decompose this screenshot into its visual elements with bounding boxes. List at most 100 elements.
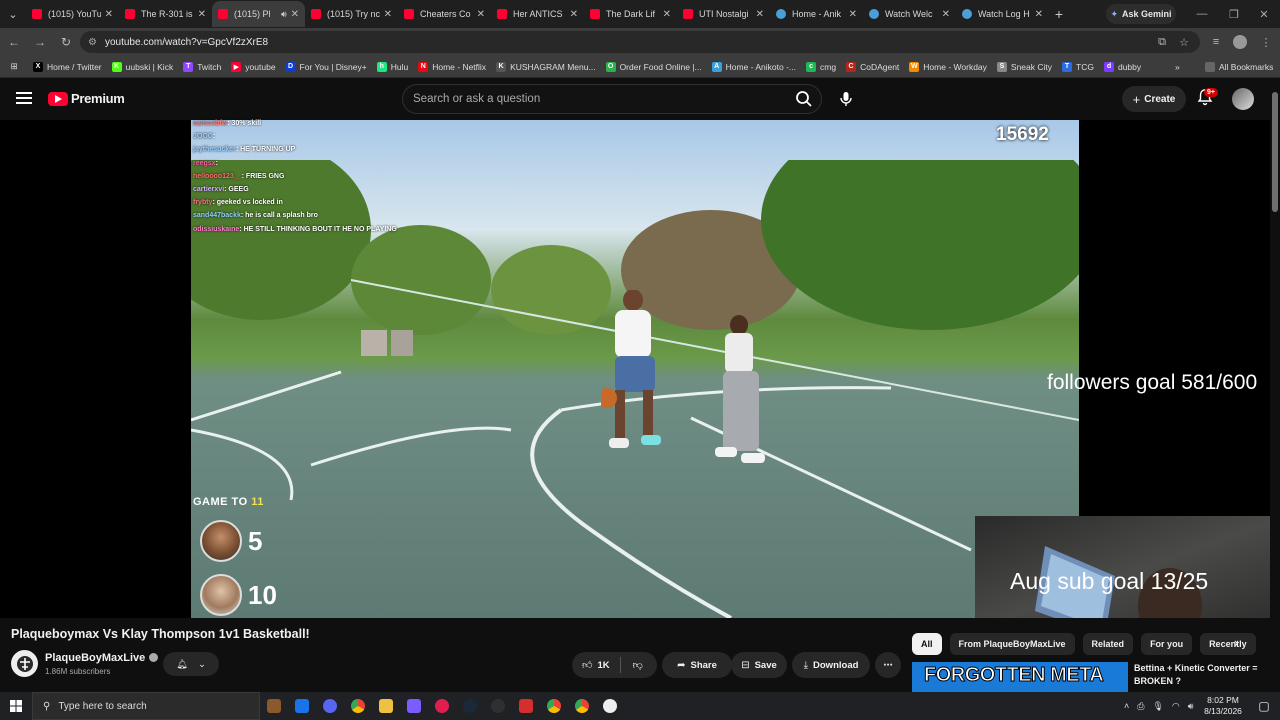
close-tab-icon[interactable]: ✕	[477, 9, 485, 20]
gamepad-icon[interactable]	[400, 692, 428, 720]
apps-grid-icon[interactable]: ⊞	[0, 56, 28, 78]
bookmark-item[interactable]: Kuubski | Kick	[107, 56, 179, 78]
notification-center-icon[interactable]: ▢	[1250, 692, 1278, 720]
filter-chip[interactable]: Related	[1082, 633, 1134, 655]
bookmark-item[interactable]: h Hulu	[372, 56, 413, 78]
more-actions-icon[interactable]: ⋯	[875, 652, 901, 678]
discord-app-icon[interactable]	[316, 692, 344, 720]
account-avatar[interactable]	[1232, 88, 1254, 110]
browser-menu-icon[interactable]: ⋮	[1256, 31, 1276, 53]
filter-chip[interactable]: Recently	[1200, 633, 1256, 655]
close-tab-icon[interactable]: ✕	[570, 9, 578, 20]
bookmark-item[interactable]: T Twitch	[178, 56, 226, 78]
chevron-up-icon[interactable]: ˄	[1124, 701, 1129, 711]
bookmark-item[interactable]: D For You | Disney+	[281, 56, 372, 78]
scrollbar-thumb[interactable]	[1272, 92, 1278, 212]
file-explorer-icon[interactable]	[372, 692, 400, 720]
bookmark-item[interactable]: K KUSHAGRAM Menu...	[491, 56, 601, 78]
bookmark-item[interactable]: N Home - Netflix	[413, 56, 491, 78]
close-tab-icon[interactable]: ✕	[942, 9, 950, 20]
profile-icon[interactable]	[1230, 31, 1250, 53]
cast-icon[interactable]: ⧉	[1152, 31, 1172, 53]
chrome-profile-icon[interactable]	[540, 692, 568, 720]
bookmark-item[interactable]: C CoDAgent	[841, 56, 904, 78]
ask-gemini-button[interactable]: ✦ Ask Gemini	[1106, 4, 1176, 24]
reload-icon[interactable]: ↻	[54, 30, 78, 54]
browser-tab[interactable]: (1015) YouTu ✕	[26, 1, 119, 27]
like-count[interactable]: 1K	[597, 660, 609, 671]
close-tab-icon[interactable]: ✕	[1035, 9, 1043, 20]
tab-search-icon[interactable]: ⌄	[0, 0, 26, 28]
share-button[interactable]: ➦ Share	[662, 652, 732, 678]
all-bookmarks-button[interactable]: All Bookmarks	[1200, 56, 1278, 78]
close-window-icon[interactable]: ✕	[1248, 0, 1280, 28]
network-icon[interactable]: ⎙	[1137, 701, 1144, 712]
obs-icon[interactable]	[484, 692, 512, 720]
football-widget-icon[interactable]	[260, 692, 288, 720]
browser-tab[interactable]: Her ANTICS ✕	[491, 1, 584, 27]
browser-tab[interactable]: (1015) Try nc ✕	[305, 1, 398, 27]
browser-tab[interactable]: (1015) Pl 🔊︎ ✕	[212, 1, 305, 27]
microphone-icon[interactable]	[832, 85, 860, 113]
like-icon[interactable]: 👍︎	[582, 659, 592, 671]
video-player[interactable]	[0, 120, 1270, 618]
minimize-icon[interactable]: —	[1186, 0, 1218, 28]
back-icon[interactable]: ←	[2, 30, 26, 54]
search-icon[interactable]	[789, 86, 819, 112]
menu-icon[interactable]	[16, 92, 32, 104]
bookmark-item[interactable]: c cmg	[801, 56, 841, 78]
recommended-thumbnail[interactable]: FORGOTTEN META	[912, 662, 1128, 692]
tab-audio-icon[interactable]: 🔊︎	[281, 9, 287, 20]
browser-tab[interactable]: The Dark Lif ✕	[584, 1, 677, 27]
media-control-icon[interactable]: ≡	[1206, 31, 1226, 53]
filter-chip[interactable]: From PlaqueBoyMaxLive	[949, 633, 1075, 655]
browser-tab[interactable]: Watch Welc ✕	[863, 1, 956, 27]
bookmark-item[interactable]: T TCG	[1057, 56, 1099, 78]
browser-tab[interactable]: Cheaters Co ✕	[398, 1, 491, 27]
youtube-logo[interactable]: Premium	[48, 91, 125, 106]
taskbar-clock[interactable]: 8:02 PM 8/13/2026	[1200, 695, 1246, 717]
create-button[interactable]: + Create	[1122, 86, 1186, 112]
bookmark-item[interactable]: W Home - Workday	[904, 56, 992, 78]
channel-name[interactable]: PlaqueBoyMaxLive	[45, 652, 159, 664]
close-tab-icon[interactable]: ✕	[663, 9, 671, 20]
new-tab-button[interactable]: +	[1049, 6, 1069, 22]
clock-app-icon[interactable]	[596, 692, 624, 720]
restore-icon[interactable]: ❐	[1218, 0, 1250, 28]
browser-tab[interactable]: The R-301 is ✕	[119, 1, 212, 27]
dislike-icon[interactable]: 👎︎	[633, 659, 643, 671]
bookmark-item[interactable]: S Sneak City	[992, 56, 1057, 78]
close-tab-icon[interactable]: ✕	[198, 9, 206, 20]
browser-tab[interactable]: Watch Log H ✕	[956, 1, 1049, 27]
search-input[interactable]: Search or ask a question	[402, 84, 822, 114]
close-tab-icon[interactable]: ✕	[291, 9, 299, 20]
chevron-right-icon[interactable]: ›	[1234, 635, 1238, 650]
windows-start-icon[interactable]	[0, 692, 32, 720]
steam-icon[interactable]	[456, 692, 484, 720]
download-button[interactable]: ⤓ Download	[792, 652, 870, 678]
wifi-icon[interactable]: ◠	[1172, 701, 1180, 712]
page-scrollbar[interactable]	[1270, 78, 1280, 692]
taskbar-search-input[interactable]: ⚲ Type here to search	[32, 692, 260, 720]
subscription-bell-button[interactable]: 🔔︎ ⌄	[163, 652, 219, 676]
more-bookmarks-icon[interactable]: »	[1170, 56, 1185, 78]
filter-chip[interactable]: All	[912, 633, 942, 655]
site-info-icon[interactable]: ⚙	[88, 37, 97, 48]
close-tab-icon[interactable]: ✕	[105, 9, 113, 20]
forward-icon[interactable]: →	[28, 30, 52, 54]
close-tab-icon[interactable]: ✕	[384, 9, 392, 20]
microphone-tray-icon[interactable]: 🎙︎	[1152, 701, 1163, 712]
chrome-profile-2-icon[interactable]	[568, 692, 596, 720]
volume-icon[interactable]: 🔊︎	[1188, 701, 1194, 712]
address-bar[interactable]: ⚙ youtube.com/watch?v=GpcVf2zXrE8	[80, 31, 1200, 53]
browser-tab[interactable]: UTI Nostalgi ✕	[677, 1, 770, 27]
close-tab-icon[interactable]: ✕	[849, 9, 857, 20]
bookmark-item[interactable]: d dubby	[1099, 56, 1146, 78]
save-button[interactable]: ⊟ Save	[731, 652, 787, 678]
bookmark-item[interactable]: ▶ youtube	[226, 56, 280, 78]
bookmark-item[interactable]: X Home / Twitter	[28, 56, 107, 78]
close-tab-icon[interactable]: ✕	[756, 9, 764, 20]
media-player-icon[interactable]	[428, 692, 456, 720]
rocket-app-icon[interactable]	[288, 692, 316, 720]
channel-avatar[interactable]	[11, 650, 38, 677]
